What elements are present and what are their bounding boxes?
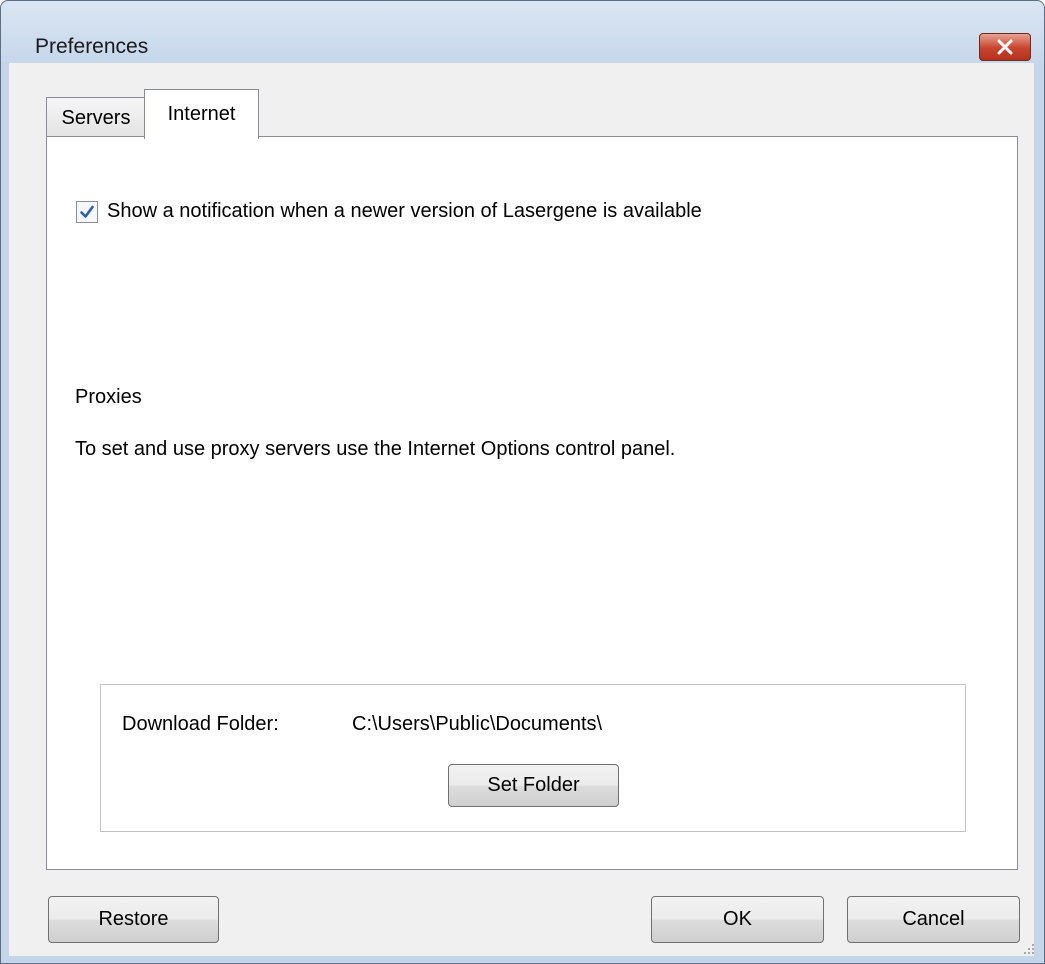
download-folder-group	[100, 684, 966, 832]
notify-checkbox[interactable]	[76, 201, 98, 223]
tab-servers-label: Servers	[61, 107, 131, 129]
restore-button[interactable]: Restore	[48, 896, 219, 943]
close-button[interactable]	[979, 33, 1031, 61]
ok-button[interactable]: OK	[651, 896, 824, 943]
download-folder-path: C:\Users\Public\Documents\	[352, 713, 603, 735]
proxies-description: To set and use proxy servers use the Int…	[75, 438, 676, 460]
window-title: Preferences	[35, 35, 149, 58]
notify-checkbox-label[interactable]: Show a notification when a newer version…	[107, 200, 702, 223]
download-folder-label: Download Folder:	[122, 713, 279, 735]
tab-internet-label: Internet	[167, 103, 236, 125]
proxies-heading: Proxies	[75, 386, 142, 408]
resize-grip-icon[interactable]	[1022, 942, 1036, 956]
close-icon	[997, 39, 1013, 55]
cancel-button[interactable]: Cancel	[847, 896, 1020, 943]
tab-servers[interactable]: Servers	[46, 97, 146, 137]
checkmark-icon	[80, 205, 94, 218]
set-folder-button[interactable]: Set Folder	[448, 764, 619, 807]
title-bar[interactable]: Preferences	[1, 1, 1044, 63]
tab-internet[interactable]: Internet	[144, 89, 259, 139]
